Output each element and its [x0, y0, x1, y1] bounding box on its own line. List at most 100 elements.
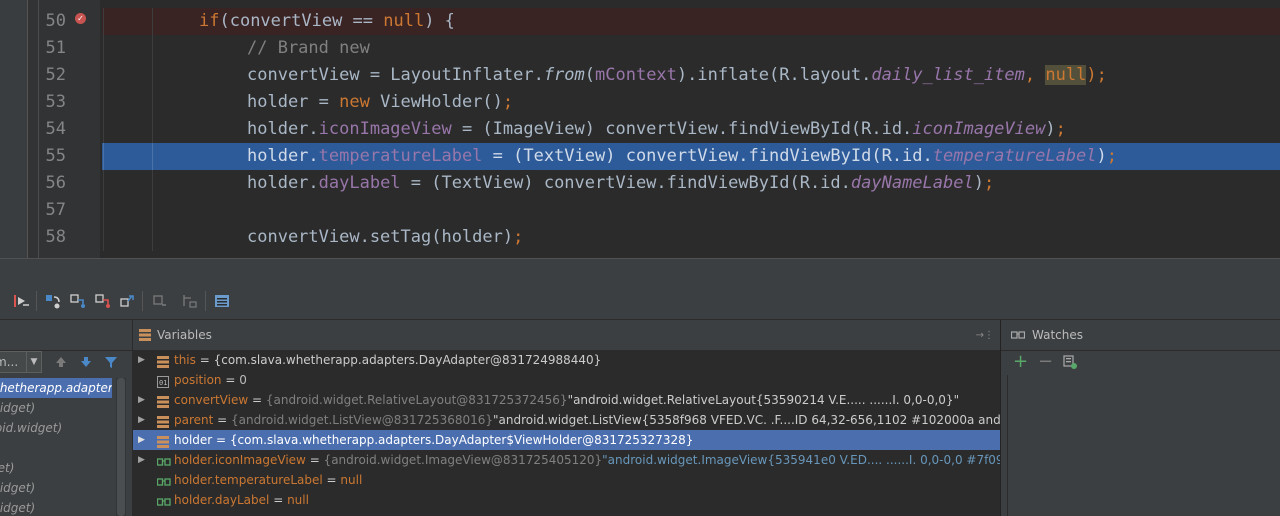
code-token: daily_list_item	[871, 65, 1025, 85]
code-line[interactable]: convertView = LayoutInflater.from(mConte…	[102, 62, 1280, 89]
line-number[interactable]: 51	[42, 35, 66, 62]
frame-item[interactable]: widget)	[0, 478, 112, 498]
code-token: = (TextView) convertView.findViewById(R.…	[400, 173, 851, 193]
add-watch-icon[interactable]: +	[1013, 351, 1028, 373]
code-line[interactable]	[102, 197, 1280, 224]
line-number[interactable]: 55	[42, 143, 66, 170]
expand-arrow-icon[interactable]: ▶	[138, 390, 145, 410]
variable-row[interactable]: ▶ parent = {android.widget.ListView@83172…	[133, 410, 1000, 430]
variable-value: null	[340, 473, 363, 487]
line-number[interactable]: 50	[42, 8, 66, 35]
primitive-value-icon: 01	[157, 374, 169, 388]
code-token: if	[199, 11, 220, 31]
expand-arrow-icon[interactable]: ▶	[138, 410, 145, 430]
variable-row[interactable]: ▶ holder = {com.slava.whetherapp.adapters…	[133, 430, 1000, 450]
step-over-icon[interactable]	[44, 292, 62, 310]
step-out-icon[interactable]	[119, 292, 137, 310]
code-token: )	[973, 173, 984, 193]
object-field-icon	[157, 394, 169, 408]
expand-arrow-icon[interactable]: ▶	[138, 350, 145, 370]
thread-selector[interactable]: m... ▼	[0, 351, 42, 373]
variable-row[interactable]: ▶ convertView = {android.widget.RelativeL…	[133, 390, 1000, 410]
frames-panel-header	[0, 320, 132, 351]
code-token: holder.	[247, 119, 319, 139]
watches-list[interactable]	[1007, 375, 1280, 516]
watches-panel: Watches + −	[1001, 320, 1280, 516]
glasses-icon	[1011, 331, 1025, 339]
variable-row[interactable]: holder.temperatureLabel = null	[133, 470, 1000, 490]
code-line[interactable]: holder.dayLabel = (TextView) convertView…	[102, 170, 1280, 197]
panel-options-icon[interactable]: →⋮	[976, 320, 994, 351]
variable-row[interactable]: ▶ this = {com.slava.whetherapp.adapters.D…	[133, 350, 1000, 370]
code-token: dayLabel	[318, 173, 401, 193]
panel-splitter[interactable]	[0, 258, 1280, 284]
frame-item[interactable]	[0, 438, 112, 458]
code-line[interactable]: // Brand new	[102, 35, 1280, 62]
breakpoint-icon[interactable]: ✓	[75, 13, 86, 24]
variable-equals: =	[195, 353, 214, 367]
run-to-cursor-icon[interactable]	[181, 292, 199, 310]
code-line[interactable]: holder = new ViewHolder();	[102, 89, 1280, 116]
variable-value: 0	[239, 373, 247, 387]
object-field-icon	[157, 354, 169, 368]
code-line[interactable]: convertView.setTag(holder);	[102, 224, 1280, 251]
variable-row[interactable]: ▶ holder.iconImageView = {android.widget.…	[133, 450, 1000, 470]
watches-title: Watches	[1032, 328, 1083, 342]
variable-equals: =	[213, 413, 232, 427]
frame-item[interactable]: get)	[0, 458, 112, 478]
watch-glasses-icon	[156, 474, 171, 486]
frames-scrollbar[interactable]	[116, 378, 126, 516]
force-step-into-icon[interactable]	[94, 292, 112, 310]
line-number[interactable]: 56	[42, 170, 66, 197]
code-token: ,	[1024, 65, 1046, 85]
duplicate-watch-icon[interactable]	[1062, 354, 1078, 370]
code-token: )	[1096, 146, 1107, 166]
frame-item[interactable]: roid.widget)	[0, 418, 112, 438]
code-token: )	[1045, 119, 1056, 139]
variable-equals: =	[305, 453, 324, 467]
code-token: convertView.setTag(holder)	[247, 227, 514, 247]
step-into-icon[interactable]	[69, 292, 87, 310]
remove-watch-icon[interactable]: −	[1038, 351, 1053, 373]
variable-name: holder.dayLabel	[174, 493, 270, 507]
variable-row[interactable]: holder.dayLabel = null	[133, 490, 1000, 510]
code-editor[interactable]: 50 51 52 53 54 55 56 57 58 ✓ if(convertView == n…	[0, 0, 1280, 258]
variable-equals: =	[269, 493, 288, 507]
code-token: mContext	[595, 65, 677, 85]
line-number[interactable]: 57	[42, 197, 66, 224]
code-line[interactable]: if(convertView == null) {	[102, 8, 1280, 35]
drop-frame-icon[interactable]	[151, 292, 169, 310]
variable-equals: =	[221, 373, 240, 387]
code-token: ;	[502, 92, 514, 112]
arrow-up-icon[interactable]	[53, 354, 69, 370]
arrow-down-icon[interactable]	[78, 354, 94, 370]
variable-value: "android.widget.ImageView{535941e0 V.ED.…	[602, 453, 1000, 467]
variable-equals: =	[212, 433, 230, 447]
frame-item[interactable]: widget)	[0, 498, 112, 516]
expand-arrow-icon[interactable]: ▶	[138, 430, 145, 450]
filter-icon[interactable]	[103, 354, 119, 370]
watches-header: Watches	[1001, 320, 1280, 351]
line-number[interactable]: 53	[42, 89, 66, 116]
line-number[interactable]: 52	[42, 62, 66, 89]
variables-panel: Variables →⋮ ▶ this = {com.slava.whethera…	[133, 320, 1001, 516]
code-token: ;	[513, 227, 524, 247]
frame-item[interactable]: whetherapp.adapters)	[0, 378, 112, 398]
code-token: null	[383, 11, 425, 31]
variable-name: holder	[174, 433, 213, 447]
code-line[interactable]: holder.iconImageView = (ImageView) conve…	[102, 116, 1280, 143]
line-number[interactable]: 58	[42, 224, 66, 251]
line-number[interactable]: 54	[42, 116, 66, 143]
code-token: ;	[1055, 119, 1066, 139]
variable-value: "android.widget.ListView{5358f968 VFED.V…	[493, 413, 1000, 427]
expand-arrow-icon[interactable]: ▶	[138, 450, 145, 470]
code-line[interactable]: holder.temperatureLabel = (TextView) con…	[102, 143, 1280, 170]
frame-item[interactable]: widget)	[0, 398, 112, 418]
code-token: temperatureLabel	[318, 146, 483, 166]
code-token: (convertView ==	[219, 11, 384, 31]
show-execution-point-icon[interactable]	[12, 292, 30, 310]
code-token: iconImageView	[318, 119, 452, 139]
variable-row[interactable]: 01 position = 0	[133, 370, 1000, 390]
evaluate-expression-icon[interactable]	[213, 292, 231, 310]
code-token: ;	[983, 173, 995, 193]
